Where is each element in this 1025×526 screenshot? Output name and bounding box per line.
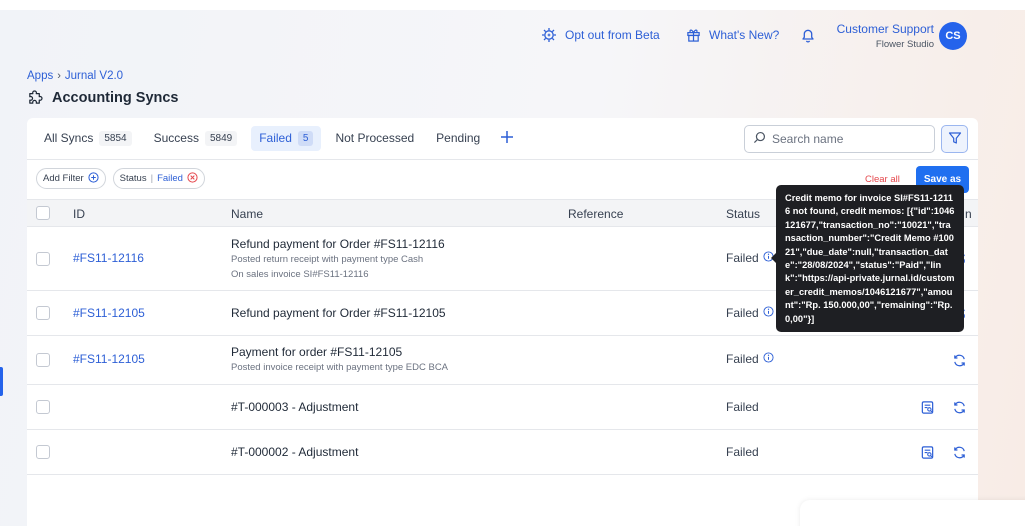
floating-panel-edge (800, 500, 1025, 526)
status-filter-chip[interactable]: Status | Failed (112, 168, 205, 189)
whats-new-link[interactable]: What's New? (686, 27, 779, 42)
search-input[interactable] (772, 132, 922, 146)
tab-failed[interactable]: Failed 5 (251, 125, 322, 151)
top-strip (0, 0, 1025, 10)
plus-circle-icon (88, 171, 99, 186)
row-checkbox[interactable] (36, 306, 50, 320)
status-text: Failed (726, 306, 759, 320)
page-title: Accounting Syncs (52, 90, 179, 106)
search-box[interactable] (744, 125, 935, 153)
tab-all-syncs[interactable]: All Syncs 5854 (36, 126, 140, 151)
add-filter-label: Add Filter (43, 173, 84, 184)
bell-icon (801, 27, 815, 43)
add-tab-button[interactable] (500, 129, 514, 147)
row-checkbox[interactable] (36, 400, 50, 414)
row-status: Failed (726, 400, 759, 414)
column-action: n (965, 207, 972, 221)
plus-icon (501, 131, 514, 143)
info-icon[interactable] (763, 352, 774, 366)
column-status[interactable]: Status (726, 207, 760, 221)
row-subtext: Posted invoice receipt with payment type… (231, 362, 449, 373)
row-name: #T-000003 - Adjustment (231, 400, 359, 414)
search-icon (753, 131, 766, 147)
opt-out-beta-label: Opt out from Beta (565, 28, 660, 42)
row-checkbox[interactable] (36, 445, 50, 459)
table-row[interactable]: #T-000003 - Adjustment Failed (27, 385, 978, 430)
top-bar: Opt out from Beta What's New? Customer S… (0, 10, 990, 62)
tab-label: Failed (259, 131, 292, 145)
status-text: Failed (726, 352, 759, 366)
tab-label: Pending (436, 131, 481, 145)
puzzle-icon (27, 88, 44, 108)
tab-not-processed[interactable]: Not Processed (327, 126, 422, 150)
row-status: Failed (726, 352, 774, 366)
column-name[interactable]: Name (231, 207, 263, 221)
add-filter-button[interactable]: Add Filter (36, 168, 106, 189)
row-subtext: Posted return receipt with payment type … (231, 254, 424, 265)
row-subtext: On sales invoice SI#FS11-12116 (231, 269, 369, 280)
row-status: Failed (726, 251, 774, 265)
opt-out-beta-link[interactable]: Opt out from Beta (541, 27, 660, 43)
sync-icon[interactable] (951, 444, 967, 460)
notifications-button[interactable] (801, 27, 815, 43)
tab-count: 5854 (99, 130, 132, 146)
filter-icon (948, 131, 962, 148)
sync-icon[interactable] (951, 399, 967, 415)
row-id-link[interactable]: #FS11-12105 (73, 306, 145, 320)
breadcrumb: Apps › Jurnal V2.0 (27, 70, 123, 82)
tab-count: 5849 (204, 130, 238, 146)
clear-all-link[interactable]: Clear all (865, 174, 900, 185)
tab-bar: All Syncs 5854 Success 5849 Failed 5 Not… (27, 118, 514, 158)
tab-count: 5 (297, 130, 314, 146)
page-header: Accounting Syncs (27, 88, 179, 108)
table-row[interactable]: #T-000002 - Adjustment Failed (27, 430, 978, 475)
select-all-checkbox[interactable] (36, 206, 50, 220)
tab-success[interactable]: Success 5849 (146, 126, 246, 151)
user-name: Customer Support (836, 22, 934, 36)
tab-label: Not Processed (335, 131, 415, 145)
status-filter-label: Status (119, 173, 147, 184)
tab-pending[interactable]: Pending (428, 126, 488, 150)
row-checkbox[interactable] (36, 353, 50, 367)
row-name: Refund payment for Order #FS11-12105 (231, 306, 446, 320)
filter-bar: Add Filter Status | Failed (36, 168, 205, 189)
breadcrumb-current[interactable]: Jurnal V2.0 (65, 70, 123, 82)
whats-new-label: What's New? (709, 27, 780, 42)
column-id[interactable]: ID (73, 207, 85, 221)
row-checkbox[interactable] (36, 252, 50, 266)
user-info[interactable]: Customer Support Flower Studio (837, 22, 934, 50)
row-id-link[interactable]: #FS11-12116 (73, 251, 144, 265)
row-status: Failed (726, 306, 774, 320)
row-id-link[interactable]: #FS11-12105 (73, 352, 145, 366)
side-indicator (0, 367, 3, 396)
column-reference[interactable]: Reference (568, 207, 623, 221)
status-text: Failed (726, 445, 759, 459)
row-name: Refund payment for Order #FS11-12116 (231, 237, 445, 251)
filter-button[interactable] (941, 125, 968, 153)
error-tooltip: Credit memo for invoice SI#FS11-12116 no… (771, 185, 964, 332)
breadcrumb-apps-link[interactable]: Apps (27, 70, 53, 82)
row-status: Failed (726, 445, 759, 459)
user-org: Flower Studio (875, 39, 934, 50)
avatar[interactable]: CS (939, 22, 967, 50)
sync-icon[interactable] (951, 352, 967, 368)
status-filter-value: Failed (157, 173, 183, 184)
journal-icon[interactable] (919, 399, 935, 415)
divider (27, 159, 978, 160)
status-text: Failed (726, 251, 759, 265)
table-row[interactable]: #FS11-12105 Payment for order #FS11-1210… (27, 336, 978, 385)
status-text: Failed (726, 400, 759, 414)
breadcrumb-separator: › (57, 70, 61, 82)
close-circle-icon[interactable] (187, 171, 198, 186)
row-name: Payment for order #FS11-12105 (231, 345, 403, 359)
gift-icon (686, 27, 701, 42)
journal-icon[interactable] (919, 444, 935, 460)
tab-label: Success (153, 131, 199, 145)
sparkle-gear-icon (541, 27, 557, 43)
info-icon[interactable] (763, 306, 774, 320)
tab-label: All Syncs (44, 131, 94, 145)
row-name: #T-000002 - Adjustment (231, 445, 359, 459)
